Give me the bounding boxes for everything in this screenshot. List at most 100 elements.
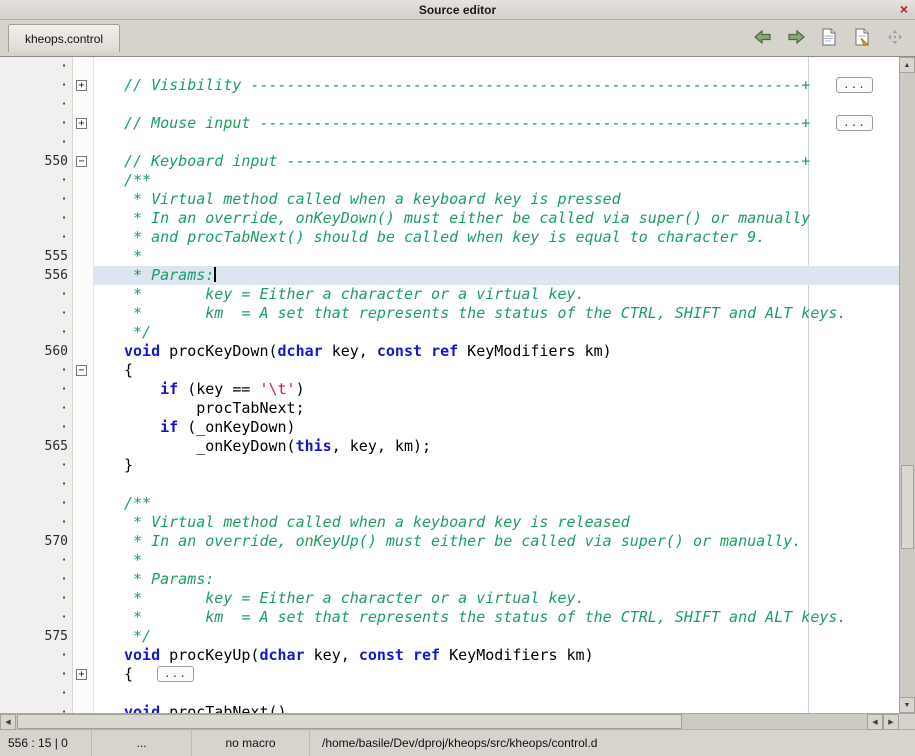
window-titlebar[interactable]: Source editor × — [0, 0, 915, 20]
line-number[interactable]: · — [0, 361, 73, 380]
vertical-scrollbar[interactable]: ▲ ▼ — [899, 57, 915, 713]
new-doc-button[interactable] — [819, 28, 839, 46]
line-number[interactable]: · — [0, 684, 73, 703]
fold-column[interactable]: + — [73, 76, 94, 95]
nav-back-button[interactable] — [753, 28, 773, 46]
code-line[interactable]: ·−{ — [0, 361, 899, 380]
line-number[interactable]: · — [0, 475, 73, 494]
fold-collapse-icon[interactable]: − — [76, 156, 87, 167]
scroll-up-button[interactable]: ▲ — [899, 57, 915, 73]
line-number[interactable]: · — [0, 665, 73, 684]
fold-ellipsis[interactable]: ... — [836, 77, 873, 93]
scroll-left-button[interactable]: ◀ — [0, 714, 16, 730]
fold-column[interactable]: + — [73, 114, 94, 133]
code-line[interactable]: · procTabNext; — [0, 399, 899, 418]
scroll-right-button[interactable]: ▶ — [883, 714, 899, 730]
code-line[interactable]: 560void procKeyDown(dchar key, const ref… — [0, 342, 899, 361]
code-line[interactable]: · * Virtual method called when a keyboar… — [0, 190, 899, 209]
line-number[interactable]: 575 — [0, 627, 73, 646]
code-line[interactable]: · — [0, 57, 899, 76]
line-number[interactable]: · — [0, 646, 73, 665]
line-number[interactable]: · — [0, 456, 73, 475]
code-line[interactable]: · * km = A set that represents the statu… — [0, 608, 899, 627]
scroll-left-button-2[interactable]: ◀ — [867, 714, 883, 730]
line-number[interactable]: · — [0, 703, 73, 713]
code-line[interactable]: ·/** — [0, 494, 899, 513]
tab-kheops-control[interactable]: kheops.control — [8, 24, 120, 52]
code-line[interactable]: · — [0, 133, 899, 152]
fold-ellipsis[interactable]: ... — [836, 115, 873, 131]
code-line[interactable]: · * In an override, onKeyDown() must eit… — [0, 209, 899, 228]
line-number[interactable]: · — [0, 190, 73, 209]
code-line[interactable]: · * and procTabNext() should be called w… — [0, 228, 899, 247]
code-line[interactable]: ·+{... — [0, 665, 899, 684]
code-line[interactable]: · — [0, 684, 899, 703]
fold-ellipsis[interactable]: ... — [157, 666, 194, 682]
line-number[interactable]: · — [0, 95, 73, 114]
line-number[interactable]: · — [0, 57, 73, 76]
close-button[interactable]: × — [900, 2, 908, 17]
nav-forward-button[interactable] — [786, 28, 806, 46]
line-number[interactable]: · — [0, 114, 73, 133]
fold-expand-icon[interactable]: + — [76, 669, 87, 680]
line-number[interactable]: · — [0, 304, 73, 323]
code-line[interactable]: · * — [0, 551, 899, 570]
line-number[interactable]: 560 — [0, 342, 73, 361]
code-line[interactable]: · * key = Either a character or a virtua… — [0, 285, 899, 304]
save-doc-button[interactable] — [852, 28, 872, 46]
code-line[interactable]: ·void procTabNext() — [0, 703, 899, 713]
fold-column[interactable]: − — [73, 361, 94, 380]
code-line[interactable]: 556 * Params: — [0, 266, 899, 285]
line-number[interactable]: 550 — [0, 152, 73, 171]
line-number[interactable]: · — [0, 228, 73, 247]
fold-expand-icon[interactable]: + — [76, 118, 87, 129]
line-number[interactable]: · — [0, 171, 73, 190]
fold-expand-icon[interactable]: + — [76, 80, 87, 91]
line-number[interactable]: 556 — [0, 266, 73, 285]
code-line[interactable]: · — [0, 95, 899, 114]
line-number[interactable]: · — [0, 589, 73, 608]
line-number[interactable]: · — [0, 209, 73, 228]
line-number[interactable]: 555 — [0, 247, 73, 266]
code-line[interactable]: ·/** — [0, 171, 899, 190]
line-number[interactable]: · — [0, 608, 73, 627]
code-line[interactable]: ·+// Visibility ------------------------… — [0, 76, 899, 95]
horizontal-scrollbar-thumb[interactable] — [17, 714, 682, 729]
line-number[interactable]: · — [0, 76, 73, 95]
detach-button[interactable] — [885, 28, 905, 46]
horizontal-scrollbar[interactable]: ◀ ◀ ▶ — [0, 713, 915, 729]
code-line[interactable]: 565 _onKeyDown(this, key, km); — [0, 437, 899, 456]
code-line[interactable]: ·void procKeyUp(dchar key, const ref Key… — [0, 646, 899, 665]
code-line[interactable]: · * key = Either a character or a virtua… — [0, 589, 899, 608]
line-number[interactable]: · — [0, 133, 73, 152]
line-number[interactable]: · — [0, 418, 73, 437]
line-number[interactable]: · — [0, 494, 73, 513]
code-area[interactable]: ··+// Visibility -----------------------… — [0, 57, 899, 713]
line-number[interactable]: · — [0, 399, 73, 418]
code-line[interactable]: · * km = A set that represents the statu… — [0, 304, 899, 323]
code-line[interactable]: · * Params: — [0, 570, 899, 589]
line-number[interactable]: 570 — [0, 532, 73, 551]
code-line[interactable]: · */ — [0, 323, 899, 342]
code-line[interactable]: · * Virtual method called when a keyboar… — [0, 513, 899, 532]
line-number[interactable]: 565 — [0, 437, 73, 456]
code-line[interactable]: 570 * In an override, onKeyUp() must eit… — [0, 532, 899, 551]
vertical-scrollbar-thumb[interactable] — [901, 465, 914, 549]
code-line[interactable]: · if (key == '\t') — [0, 380, 899, 399]
line-number[interactable]: · — [0, 551, 73, 570]
code-line[interactable]: 575 */ — [0, 627, 899, 646]
line-number[interactable]: · — [0, 570, 73, 589]
code-line[interactable]: · — [0, 475, 899, 494]
line-number[interactable]: · — [0, 380, 73, 399]
code-line[interactable]: 555 * — [0, 247, 899, 266]
code-line[interactable]: · if (_onKeyDown) — [0, 418, 899, 437]
line-number[interactable]: · — [0, 323, 73, 342]
code-line[interactable]: ·+// Mouse input -----------------------… — [0, 114, 899, 133]
fold-collapse-icon[interactable]: − — [76, 365, 87, 376]
fold-column[interactable]: + — [73, 665, 94, 684]
line-number[interactable]: · — [0, 285, 73, 304]
code-line[interactable]: ·} — [0, 456, 899, 475]
scroll-down-button[interactable]: ▼ — [899, 697, 915, 713]
line-number[interactable]: · — [0, 513, 73, 532]
code-line[interactable]: 550−// Keyboard input ------------------… — [0, 152, 899, 171]
